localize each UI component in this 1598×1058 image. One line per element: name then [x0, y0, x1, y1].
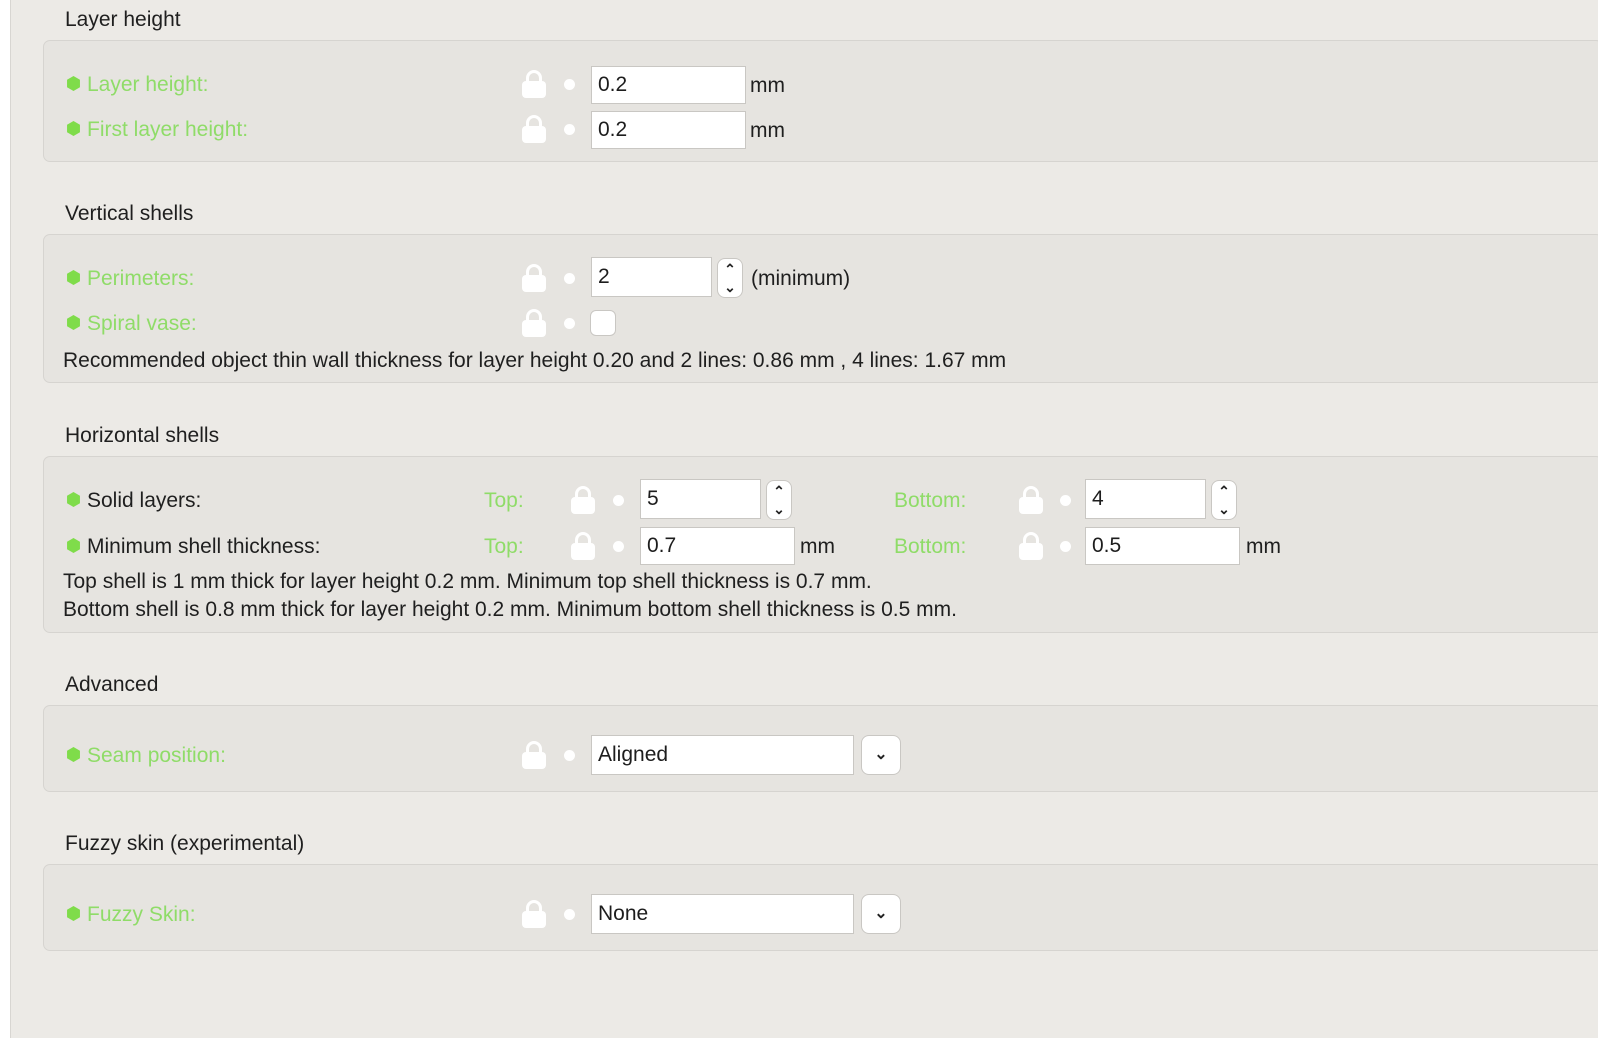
solid-layers-bottom-stepper[interactable]: ⌃ ⌄ [1211, 480, 1237, 520]
panel-fuzzy-skin: Fuzzy Skin: ⌄ [43, 864, 1598, 951]
thin-wall-recommendation: Recommended object thin wall thickness f… [63, 349, 1007, 372]
chevron-down-icon[interactable]: ⌄ [861, 735, 901, 775]
lock-icon[interactable] [522, 309, 546, 337]
fuzzy-skin-select[interactable] [591, 894, 854, 934]
spiral-vase-checkbox[interactable] [590, 310, 616, 336]
chevron-up-icon[interactable]: ⌃ [718, 262, 742, 276]
panel-vertical-shells: Perimeters: ⌃ ⌄ (minimum) Spiral vase: R… [43, 234, 1598, 383]
layer-height-unit: mm [750, 74, 785, 97]
min-shell-top-unit: mm [800, 535, 835, 558]
row-solid-layers: Solid layers: Top: ⌃ ⌄ Bottom: ⌃ ⌄ [44, 479, 1598, 520]
row-seam-position: Seam position: ⌄ [44, 734, 1598, 775]
group-title-horizontal-shells: Horizontal shells [65, 424, 220, 447]
row-perimeters: Perimeters: ⌃ ⌄ (minimum) [44, 257, 1598, 298]
panel-advanced: Seam position: ⌄ [43, 705, 1598, 792]
top-shell-info: Top shell is 1 mm thick for layer height… [63, 570, 872, 593]
lock-icon[interactable] [571, 486, 595, 514]
group-title-advanced: Advanced [65, 673, 159, 696]
chevron-up-icon[interactable]: ⌃ [1212, 484, 1236, 498]
dot-icon[interactable] [1060, 541, 1071, 552]
solid-layers-top-stepper[interactable]: ⌃ ⌄ [766, 480, 792, 520]
first-layer-height-unit: mm [750, 119, 785, 142]
lock-icon[interactable] [522, 741, 546, 769]
print-settings-page: Layer height Layer height: mm First laye… [0, 0, 1598, 1038]
hexagon-icon [67, 76, 80, 91]
dot-icon[interactable] [564, 909, 575, 920]
group-title-layer-height: Layer height [65, 8, 181, 31]
chevron-down-icon[interactable]: ⌄ [1212, 502, 1236, 516]
dot-icon[interactable] [564, 750, 575, 761]
perimeters-input[interactable] [591, 257, 712, 297]
first-layer-height-label: First layer height: [87, 118, 249, 141]
panel-horizontal-shells: Solid layers: Top: ⌃ ⌄ Bottom: ⌃ ⌄ Minim… [43, 456, 1598, 633]
solid-layers-top-input[interactable] [640, 479, 761, 519]
min-shell-bottom-unit: mm [1246, 535, 1281, 558]
chevron-down-icon[interactable]: ⌄ [861, 894, 901, 934]
min-shell-top-label: Top: [484, 535, 524, 558]
min-shell-bottom-input[interactable] [1085, 527, 1240, 565]
dot-icon[interactable] [613, 541, 624, 552]
min-shell-top-input[interactable] [640, 527, 795, 565]
dot-icon[interactable] [564, 273, 575, 284]
dot-icon[interactable] [613, 495, 624, 506]
row-spiral-vase: Spiral vase: [44, 305, 1598, 345]
layer-height-input[interactable] [591, 66, 746, 104]
row-first-layer-height: First layer height: mm [44, 111, 1598, 151]
dot-icon[interactable] [564, 124, 575, 135]
lock-icon[interactable] [522, 70, 546, 98]
lock-icon[interactable] [1019, 486, 1043, 514]
chevron-down-icon[interactable]: ⌄ [767, 502, 791, 516]
solid-layers-bottom-input[interactable] [1085, 479, 1206, 519]
chevron-down-icon[interactable]: ⌄ [718, 280, 742, 294]
lock-icon[interactable] [522, 264, 546, 292]
hexagon-icon [67, 121, 80, 136]
row-minimum-shell-thickness: Minimum shell thickness: Top: mm Bottom:… [44, 526, 1598, 566]
min-shell-thickness-label: Minimum shell thickness: [87, 535, 321, 558]
lock-icon[interactable] [1019, 532, 1043, 560]
first-layer-height-input[interactable] [591, 111, 746, 149]
fuzzy-skin-label: Fuzzy Skin: [87, 903, 196, 926]
dot-icon[interactable] [1060, 495, 1071, 506]
hexagon-icon [67, 538, 80, 553]
min-shell-bottom-label: Bottom: [894, 535, 967, 558]
dot-icon[interactable] [564, 318, 575, 329]
solid-layers-bottom-label: Bottom: [894, 489, 967, 512]
group-title-fuzzy-skin: Fuzzy skin (experimental) [65, 832, 305, 855]
lock-icon[interactable] [522, 115, 546, 143]
solid-layers-top-label: Top: [484, 489, 524, 512]
perimeters-unit: (minimum) [751, 267, 851, 290]
row-fuzzy-skin: Fuzzy Skin: ⌄ [44, 893, 1598, 934]
solid-layers-label: Solid layers: [87, 489, 202, 512]
row-layer-height: Layer height: mm [44, 66, 1598, 106]
bottom-shell-info: Bottom shell is 0.8 mm thick for layer h… [63, 598, 957, 621]
panel-layer-height: Layer height: mm First layer height: mm [43, 40, 1598, 162]
perimeters-stepper[interactable]: ⌃ ⌄ [717, 258, 743, 298]
lock-icon[interactable] [571, 532, 595, 560]
hexagon-icon [67, 315, 80, 330]
window-bottom-edge [0, 1038, 1598, 1058]
perimeters-label: Perimeters: [87, 267, 195, 290]
seam-position-label: Seam position: [87, 744, 226, 767]
layer-height-label: Layer height: [87, 73, 209, 96]
hexagon-icon [67, 492, 80, 507]
hexagon-icon [67, 270, 80, 285]
dot-icon[interactable] [564, 79, 575, 90]
spiral-vase-label: Spiral vase: [87, 312, 197, 335]
group-title-vertical-shells: Vertical shells [65, 202, 194, 225]
seam-position-select[interactable] [591, 735, 854, 775]
lock-icon[interactable] [522, 900, 546, 928]
hexagon-icon [67, 747, 80, 762]
hexagon-icon [67, 906, 80, 921]
chevron-up-icon[interactable]: ⌃ [767, 484, 791, 498]
